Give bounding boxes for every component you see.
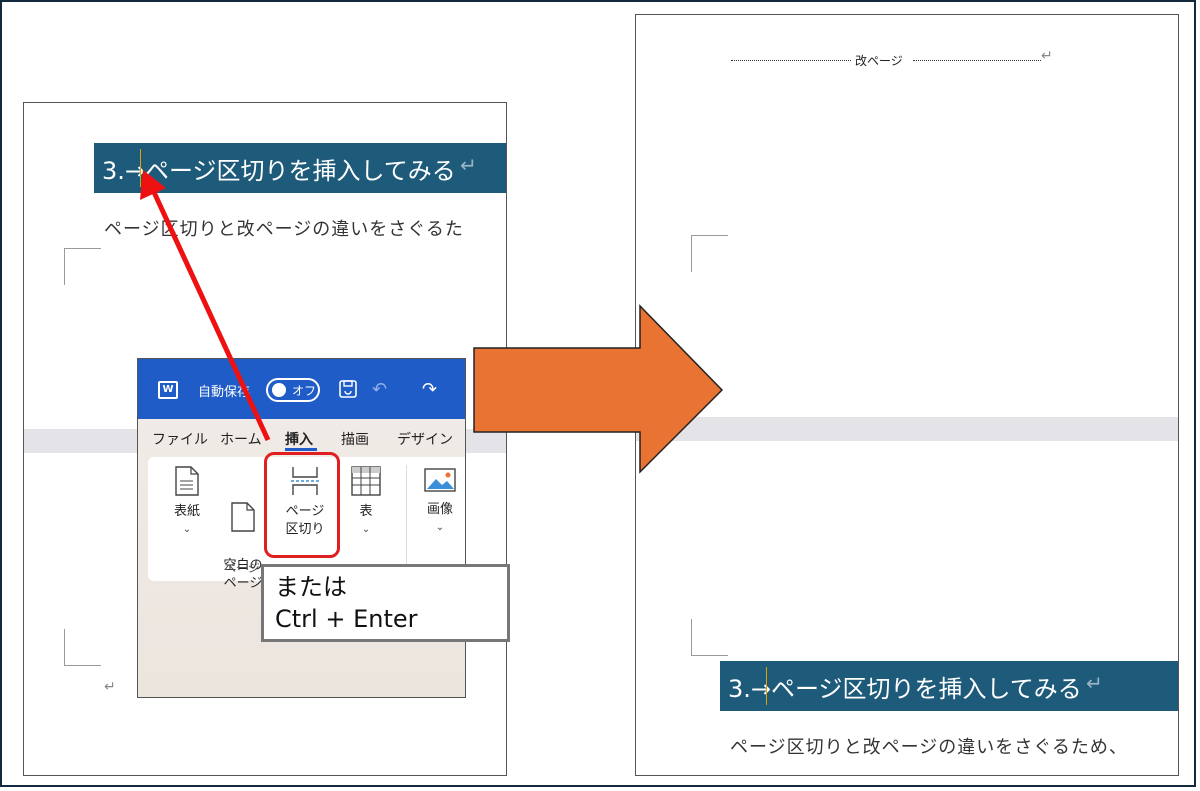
annotation-overlay — [140, 170, 724, 474]
red-arrow — [140, 170, 271, 442]
orange-arrow — [473, 304, 724, 474]
